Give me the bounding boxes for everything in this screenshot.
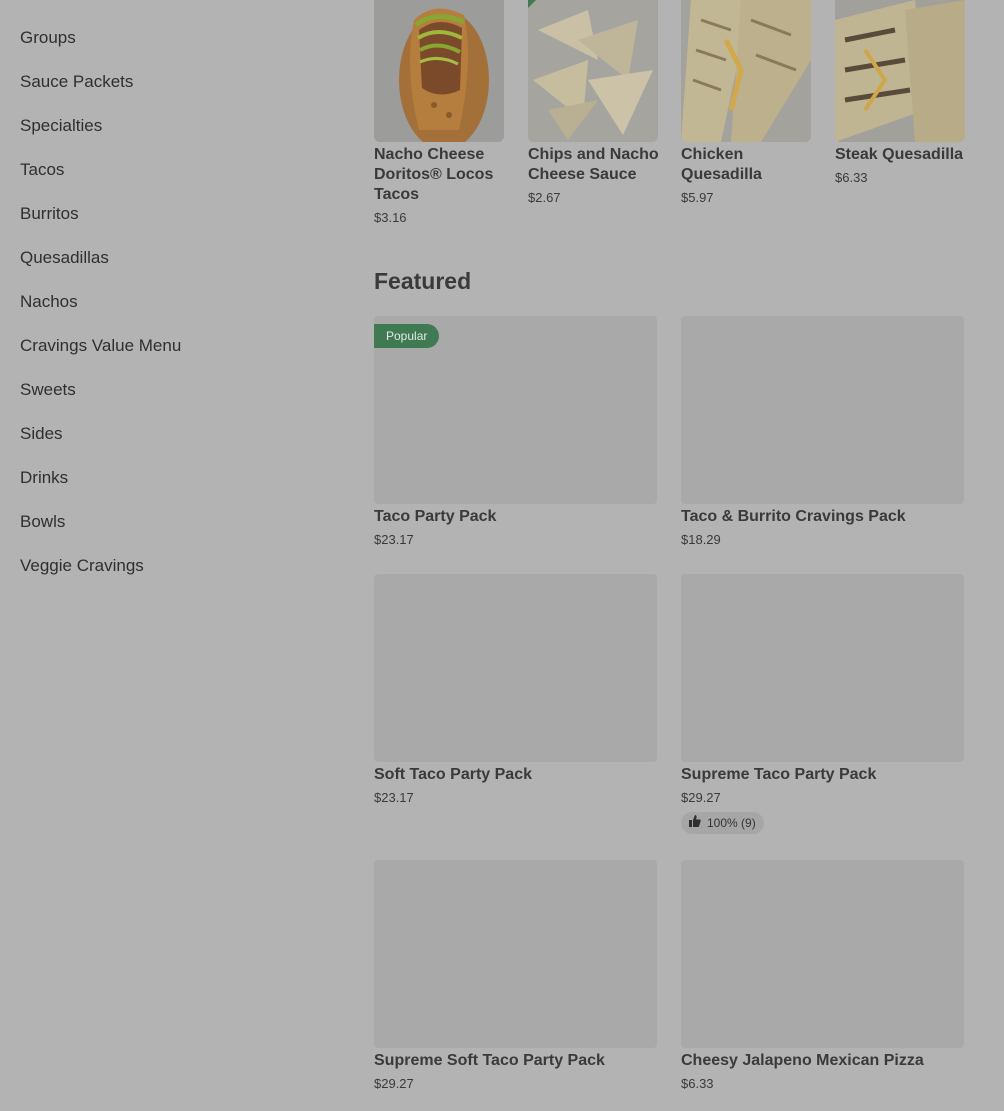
sidebar-item-cravings-value-menu[interactable]: Cravings Value Menu <box>20 335 181 357</box>
product-carousel: Nacho Cheese Doritos® Locos Tacos $3.16 … <box>374 0 1004 240</box>
sidebar-item-drinks[interactable]: Drinks <box>20 467 68 489</box>
featured-item-name: Soft Taco Party Pack <box>374 766 532 783</box>
featured-item-price: $6.33 <box>681 1076 714 1091</box>
carousel-item-name: Chicken Quesadilla <box>681 146 762 183</box>
quesadilla-image <box>835 0 965 142</box>
product-image-placeholder <box>681 860 964 1048</box>
product-image-placeholder <box>374 860 657 1048</box>
rating-text: 100% (9) <box>707 816 756 830</box>
quesadilla-image <box>681 0 811 142</box>
category-sidebar: Groups Sauce Packets Specialties Tacos B… <box>0 0 340 1111</box>
sidebar-item-sides[interactable]: Sides <box>20 423 63 445</box>
sidebar-item-veggie-cravings[interactable]: Veggie Cravings <box>20 555 144 577</box>
product-image-placeholder <box>681 316 964 504</box>
sidebar-item-specialties[interactable]: Specialties <box>20 115 102 137</box>
sidebar-item-bowls[interactable]: Bowls <box>20 511 65 533</box>
thumbs-up-icon <box>689 812 701 834</box>
product-image-placeholder <box>374 574 657 762</box>
featured-item-price: $23.17 <box>374 790 414 805</box>
taco-image <box>374 0 504 142</box>
featured-item-price: $18.29 <box>681 532 721 547</box>
featured-item-name: Supreme Soft Taco Party Pack <box>374 1052 605 1069</box>
featured-item-price: $23.17 <box>374 532 414 547</box>
menu-page: Groups Sauce Packets Specialties Tacos B… <box>0 0 1004 1111</box>
sidebar-item-groups[interactable]: Groups <box>20 27 76 49</box>
sidebar-item-quesadillas[interactable]: Quesadillas <box>20 247 109 269</box>
carousel-item-price: $6.33 <box>835 170 868 185</box>
sidebar-item-nachos[interactable]: Nachos <box>20 291 78 313</box>
chips-image <box>528 0 658 142</box>
featured-item-name: Cheesy Jalapeno Mexican Pizza <box>681 1052 924 1069</box>
product-image-placeholder <box>681 574 964 762</box>
popular-badge: Popular <box>374 324 440 348</box>
featured-item-name: Taco Party Pack <box>374 508 497 525</box>
carousel-item-name: Chips and Nacho Cheese Sauce <box>528 146 659 183</box>
sidebar-item-burritos[interactable]: Burritos <box>20 203 79 225</box>
featured-heading: Featured <box>374 268 472 294</box>
featured-item-price: $29.27 <box>374 1076 414 1091</box>
rating-badge: 100% (9) <box>681 812 764 834</box>
carousel-item-price: $2.67 <box>528 190 561 205</box>
carousel-item-price: $5.97 <box>681 190 714 205</box>
carousel-item-name: Nacho Cheese Doritos® Locos Tacos <box>374 146 494 203</box>
featured-item-name: Supreme Taco Party Pack <box>681 766 877 783</box>
carousel-item-price: $3.16 <box>374 210 407 225</box>
featured-item-name: Taco & Burrito Cravings Pack <box>681 508 906 525</box>
carousel-item-name: Steak Quesadilla <box>835 146 964 163</box>
sidebar-item-sweets[interactable]: Sweets <box>20 379 76 401</box>
featured-item-price: $29.27 <box>681 790 721 805</box>
sidebar-item-sauce-packets[interactable]: Sauce Packets <box>20 71 133 93</box>
sidebar-item-tacos[interactable]: Tacos <box>20 159 64 181</box>
